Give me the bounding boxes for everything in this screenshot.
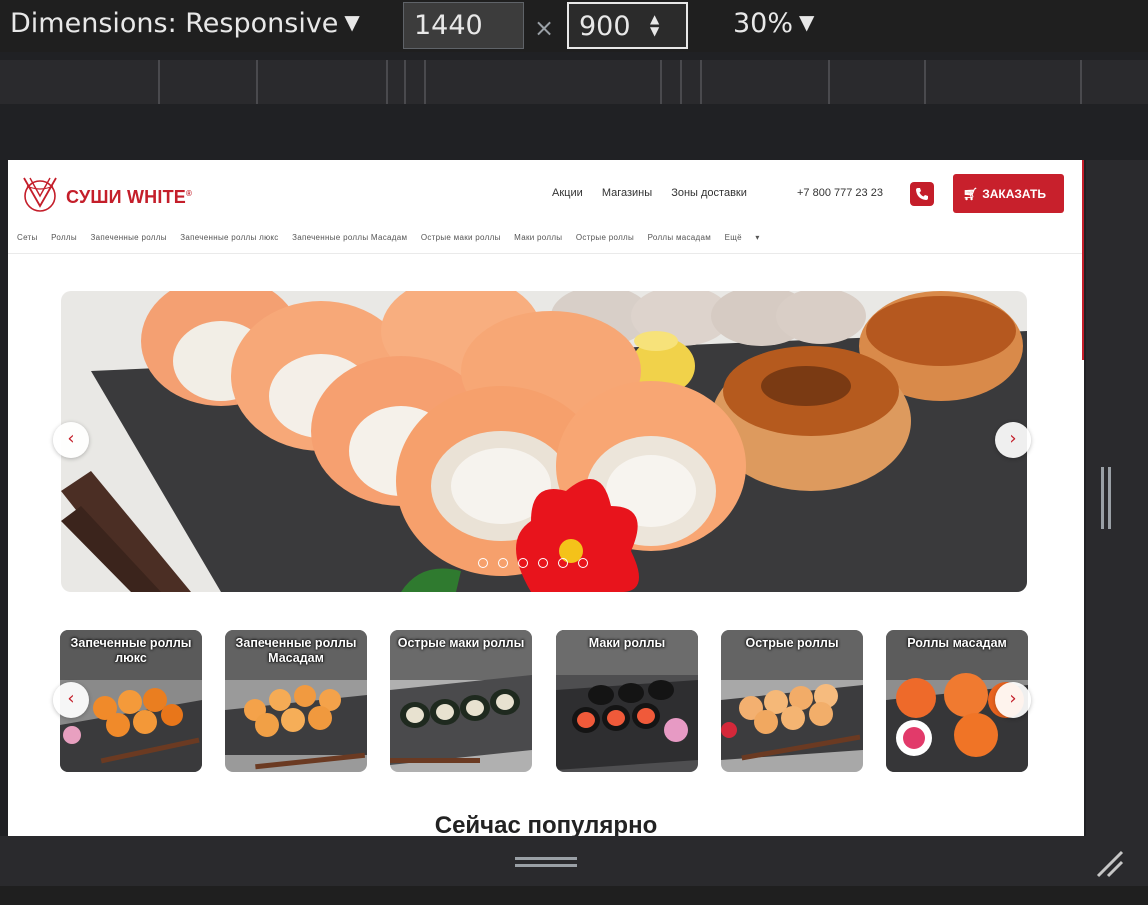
media-query-segment[interactable]	[830, 60, 926, 104]
dimensions-dropdown[interactable]: Dimensions: Responsive ▼	[10, 8, 360, 39]
dropdown-arrow-icon: ▼	[344, 10, 360, 34]
category-card[interactable]: Маки роллы	[556, 630, 698, 772]
carousel-dot[interactable]	[478, 558, 488, 568]
category-link[interactable]: Острые роллы	[576, 233, 634, 242]
width-input[interactable]: 1440	[403, 2, 524, 49]
category-link[interactable]: Запеченные роллы Масадам	[292, 233, 407, 242]
card-title: Запеченные роллы Масадам	[235, 636, 357, 665]
category-card[interactable]: Запеченные роллы Масадам	[225, 630, 367, 772]
category-link[interactable]: Острые маки роллы	[421, 233, 501, 242]
cart-icon: 🛒︎	[963, 187, 979, 201]
category-link[interactable]: Роллы	[51, 233, 77, 242]
media-query-segment[interactable]	[926, 60, 1082, 104]
zoom-dropdown[interactable]: 30% ▼	[733, 8, 814, 39]
card-title: Острые маки роллы	[397, 636, 525, 650]
chevron-right-icon: ›	[1009, 428, 1017, 449]
category-more-link[interactable]: Ещё ▾	[725, 233, 771, 242]
chevron-down-icon: ▾	[755, 233, 760, 242]
carousel-dot[interactable]	[518, 558, 528, 568]
media-query-segment[interactable]	[426, 60, 662, 104]
devtools-toolbar: Dimensions: Responsive ▼ 1440 × 900 ▲ ▼ 30…	[0, 0, 1148, 52]
category-link[interactable]: Запеченные роллы люкс	[180, 233, 278, 242]
card-title: Роллы масадам	[907, 636, 1007, 650]
chevron-left-icon: ‹	[67, 688, 75, 709]
category-card[interactable]: Острые маки роллы	[390, 630, 532, 772]
devtools-bottom-strip	[0, 886, 1148, 905]
media-query-segment[interactable]	[258, 60, 388, 104]
nav-divider	[8, 253, 1084, 254]
card-image	[721, 630, 863, 772]
times-symbol: ×	[534, 14, 555, 42]
media-query-segment[interactable]	[406, 60, 426, 104]
media-query-segment[interactable]	[0, 60, 160, 104]
scrollbar-thumb[interactable]	[1082, 160, 1084, 360]
section-title: Сейчас популярно	[434, 812, 658, 836]
carousel-dot[interactable]	[578, 558, 588, 568]
banner-prev-button[interactable]: ‹	[53, 422, 89, 458]
cards-prev-button[interactable]: ‹	[53, 682, 89, 718]
card-title: Запеченные роллы люкс	[70, 636, 192, 665]
dimensions-label: Dimensions: Responsive	[10, 8, 339, 39]
height-value: 900	[579, 11, 631, 42]
card-image	[390, 630, 532, 772]
category-card[interactable]: Острые роллы	[721, 630, 863, 772]
carousel-dot[interactable]	[538, 558, 548, 568]
viewport-gap	[0, 104, 1148, 160]
sushi-banner-image	[61, 291, 1027, 592]
media-query-segment[interactable]	[662, 60, 682, 104]
carousel-dot[interactable]	[498, 558, 508, 568]
chevron-right-icon: ›	[1009, 688, 1017, 709]
device-viewport: СУШИ WHITE® Акции Магазины Зоны доставки…	[8, 160, 1084, 836]
corner-resize-icon[interactable]	[1094, 848, 1124, 878]
height-input[interactable]: 900	[567, 2, 688, 49]
media-query-segment[interactable]	[702, 60, 830, 104]
brand-name[interactable]: СУШИ WHITE®	[66, 187, 192, 208]
carousel-dots	[478, 553, 598, 572]
card-title: Острые роллы	[745, 636, 839, 650]
category-link[interactable]: Маки роллы	[514, 233, 562, 242]
media-query-bar	[0, 60, 1148, 104]
dropdown-arrow-icon: ▼	[799, 10, 815, 34]
cards-next-button[interactable]: ›	[995, 682, 1031, 718]
order-button[interactable]: 🛒︎ ЗАКАЗАТЬ	[953, 174, 1064, 213]
hero-banner[interactable]	[61, 291, 1027, 592]
nav-link-promo[interactable]: Акции	[552, 187, 583, 199]
nav-link-delivery[interactable]: Зоны доставки	[671, 187, 747, 199]
brand-text: СУШИ WHITE	[66, 187, 186, 207]
media-query-segment[interactable]	[682, 60, 702, 104]
media-query-segment[interactable]	[388, 60, 406, 104]
resize-grip-icon[interactable]	[515, 857, 577, 867]
category-link[interactable]: Сеты	[17, 233, 38, 242]
banner-next-button[interactable]: ›	[995, 422, 1031, 458]
category-more-label: Ещё	[724, 233, 742, 242]
media-query-segment[interactable]	[160, 60, 258, 104]
category-nav: Сеты Роллы Запеченные роллы Запеченные р…	[17, 233, 782, 242]
viewport-right-resizer[interactable]	[1086, 160, 1148, 836]
brand-logo-icon[interactable]	[18, 172, 63, 214]
card-image	[556, 630, 698, 772]
category-link[interactable]: Роллы масадам	[648, 233, 711, 242]
chevron-left-icon: ‹	[67, 428, 75, 449]
nav-link-stores[interactable]: Магазины	[602, 187, 652, 199]
top-nav: Акции Магазины Зоны доставки	[552, 187, 763, 199]
phone-icon	[916, 188, 928, 200]
resize-grip-icon[interactable]	[1101, 467, 1111, 529]
order-button-label: ЗАКАЗАТЬ	[982, 187, 1046, 201]
phone-call-button[interactable]	[910, 182, 934, 206]
brand-mark: ®	[185, 189, 193, 198]
media-query-segment[interactable]	[1082, 60, 1148, 104]
spinner-icon[interactable]: ▲ ▼	[650, 13, 659, 37]
phone-number[interactable]: +7 800 777 23 23	[797, 187, 883, 199]
category-link[interactable]: Запеченные роллы	[90, 233, 166, 242]
zoom-label: 30%	[733, 8, 794, 39]
carousel-dot[interactable]	[558, 558, 568, 568]
card-title: Маки роллы	[588, 636, 666, 650]
